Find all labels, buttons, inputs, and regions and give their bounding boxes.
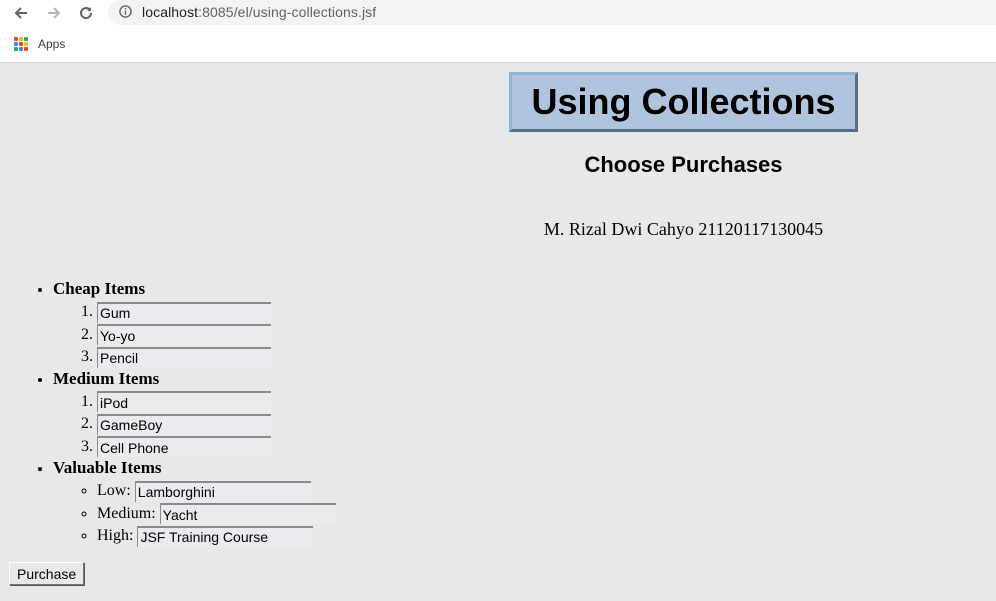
category-label: Medium Items (53, 368, 160, 388)
cheap-item-input-3[interactable] (97, 346, 271, 368)
cheap-item-input-2[interactable] (97, 324, 271, 346)
page-title-box: Using Collections (509, 72, 858, 132)
reload-icon (80, 7, 93, 20)
apps-bookmark[interactable]: Apps (14, 36, 65, 52)
valuable-low-input[interactable] (134, 480, 311, 502)
list-item (97, 413, 336, 436)
list-item (97, 301, 336, 324)
info-icon[interactable] (119, 5, 132, 18)
page-subtitle: Choose Purchases (584, 152, 783, 177)
category-label: Cheap Items (53, 279, 146, 298)
forward-arrow-icon (48, 7, 61, 19)
valuable-medium-label: Medium: (97, 504, 156, 522)
medium-item-input-1[interactable] (97, 391, 271, 413)
address-bar[interactable]: localhost:8085/el/using-collections.jsf (108, 0, 996, 25)
url-text[interactable]: localhost:8085/el/using-collections.jsf (142, 4, 376, 20)
apps-grid-dot (19, 47, 23, 51)
apps-grid-dot (14, 37, 18, 41)
purchase-lists: Cheap Items Medium Items Valuable Items … (0, 279, 336, 548)
back-arrow-icon (14, 7, 27, 19)
url-host: localhost (142, 4, 199, 20)
purchase-button[interactable]: Purchase (9, 562, 85, 585)
valuable-low-label: Low: (97, 482, 131, 499)
apps-grid-dot (24, 42, 28, 46)
category-medium: Medium Items (53, 369, 336, 459)
medium-item-input-3[interactable] (97, 436, 271, 458)
valuable-high-label: High: (97, 527, 134, 544)
cheap-items-list (53, 301, 336, 369)
page-title: Using Collections (531, 81, 836, 122)
apps-grid-dot (19, 42, 23, 46)
apps-grid-dot (19, 37, 23, 41)
list-item: Medium: (97, 503, 336, 526)
list-item: High: (97, 525, 336, 548)
apps-grid-dot (14, 42, 18, 46)
category-cheap: Cheap Items (53, 279, 336, 369)
apps-grid-icon (14, 37, 28, 51)
apps-grid-dot (24, 47, 28, 51)
list-item (97, 324, 336, 347)
browser-chrome: localhost:8085/el/using-collections.jsf … (0, 0, 996, 63)
category-valuable: Valuable Items Low: Medium: High: (53, 458, 336, 548)
category-list: Cheap Items Medium Items Valuable Items … (0, 279, 336, 548)
cheap-item-input-1[interactable] (97, 301, 271, 323)
valuable-medium-input[interactable] (159, 503, 336, 525)
valuable-high-input[interactable] (137, 525, 314, 547)
list-item (97, 436, 336, 459)
apps-grid-dot (24, 37, 28, 41)
list-item (97, 391, 336, 414)
valuable-items-list: Low: Medium: High: (53, 480, 336, 548)
list-item: Low: (97, 480, 336, 503)
medium-item-input-2[interactable] (97, 413, 271, 435)
url-path: :8085/el/using-collections.jsf (198, 4, 377, 20)
apps-grid-dot (14, 47, 18, 51)
medium-items-list (53, 391, 336, 459)
forward-button[interactable] (43, 2, 65, 24)
list-item (97, 346, 336, 369)
back-button[interactable] (10, 2, 32, 24)
apps-label: Apps (38, 37, 66, 51)
author-line: M. Rizal Dwi Cahyo 21120117130045 (543, 219, 824, 239)
category-label: Valuable Items (53, 458, 162, 477)
reload-button[interactable] (75, 2, 97, 24)
